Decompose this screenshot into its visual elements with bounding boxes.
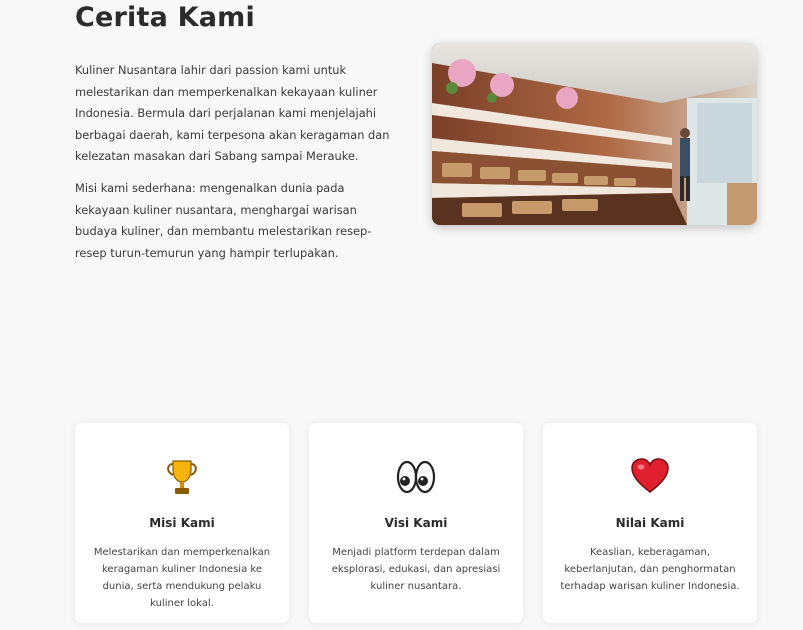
story-paragraph-2: Misi kami sederhana: mengenalkan dunia p…	[75, 180, 372, 260]
mission-card: Misi Kami Melestarikan dan memperkenalka…	[75, 423, 289, 623]
trophy-icon	[75, 458, 289, 496]
card-text: Melestarikan dan memperkenalkan keragama…	[93, 547, 271, 609]
vision-card: Visi Kami Menjadi platform terdepan dala…	[309, 423, 523, 623]
story-paragraph-1: Kuliner Nusantara lahir dari passion kam…	[75, 63, 390, 164]
eyes-icon	[309, 458, 523, 496]
page-title: Cerita Kami	[75, 2, 255, 33]
heart-icon	[543, 458, 757, 496]
card-title: Nilai Kami	[615, 516, 685, 530]
story-text: Kuliner Nusantara lahir dari passion kam…	[75, 60, 395, 274]
values-card: Nilai Kami Keaslian, keberagaman, keberl…	[543, 423, 757, 623]
shop-photo	[432, 43, 757, 225]
card-title: Visi Kami	[384, 516, 448, 530]
card-text: Menjadi platform terdepan dalam eksplora…	[331, 547, 501, 592]
card-text: Keaslian, keberagaman, keberlanjutan, da…	[560, 547, 740, 592]
card-title: Misi Kami	[149, 516, 215, 530]
